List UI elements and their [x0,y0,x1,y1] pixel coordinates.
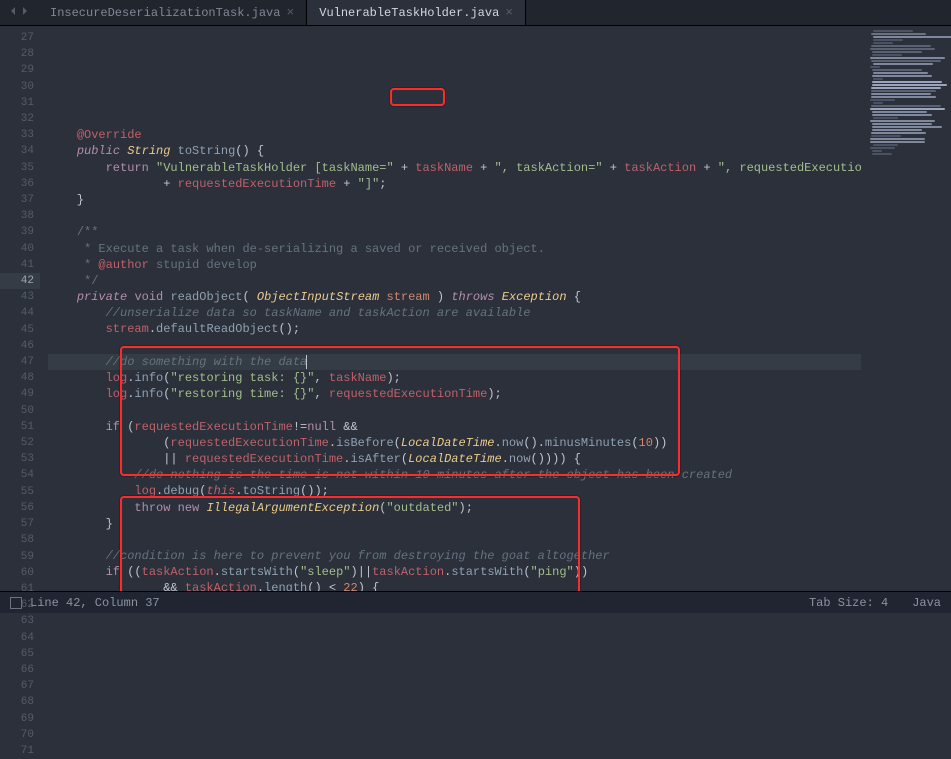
tab-label: InsecureDeserializationTask.java [50,6,280,20]
tab-label: VulnerableTaskHolder.java [319,6,499,20]
tab-bar: InsecureDeserializationTask.java × Vulne… [0,0,951,26]
minimap[interactable] [861,26,951,591]
highlight-box-taskname [390,88,445,106]
nav-arrows [0,0,38,25]
close-icon[interactable]: × [505,5,513,20]
editor-area: 2728293031323334353637383940414243444546… [0,26,951,591]
close-icon[interactable]: × [286,5,294,20]
line-gutter: 2728293031323334353637383940414243444546… [0,26,40,591]
language-mode[interactable]: Java [912,596,941,610]
nav-forward-icon[interactable] [20,6,30,20]
cursor-position[interactable]: Line 42, Column 37 [30,596,160,610]
tab-vulnerable-holder[interactable]: VulnerableTaskHolder.java × [307,0,526,25]
nav-back-icon[interactable] [8,6,18,20]
code-editor[interactable]: @Override public String toString() { ret… [40,26,861,591]
status-bar: Line 42, Column 37 Tab Size: 4 Java [0,591,951,613]
tab-insecure-task[interactable]: InsecureDeserializationTask.java × [38,0,307,25]
tab-size[interactable]: Tab Size: 4 [809,596,888,610]
